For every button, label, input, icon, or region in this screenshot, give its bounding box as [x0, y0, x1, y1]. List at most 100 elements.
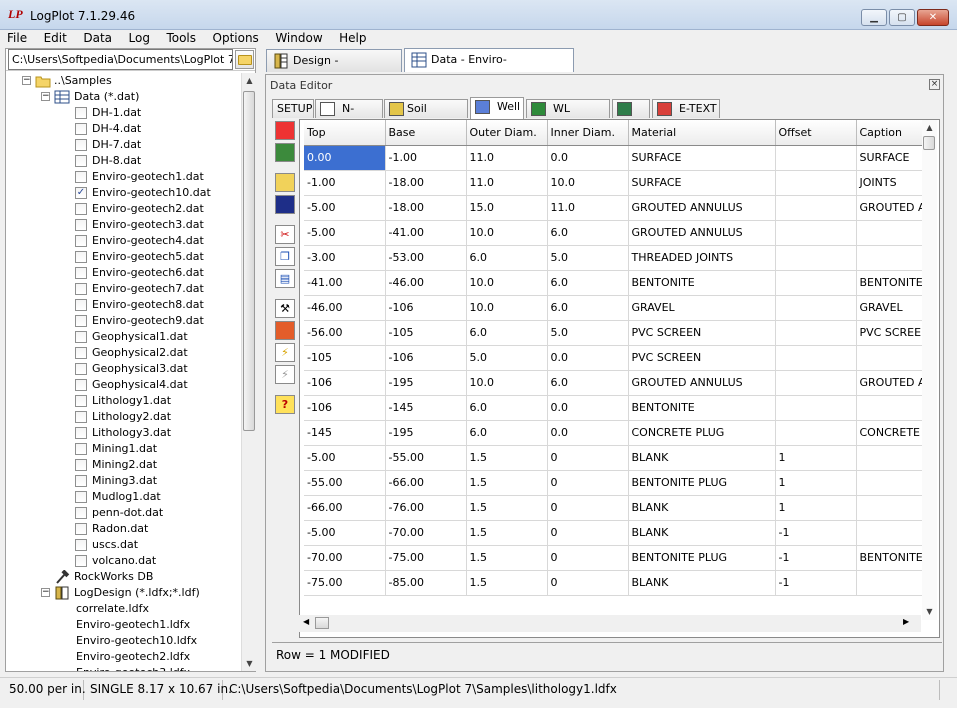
help-icon[interactable]: ?	[275, 395, 295, 414]
table-cell[interactable]: 1.5	[466, 520, 548, 546]
tree-item-data-file[interactable]: Geophysical3.dat	[6, 361, 242, 377]
file-checkbox[interactable]	[75, 283, 87, 295]
table-cell[interactable]: BLANK	[628, 520, 776, 546]
subtab-setup[interactable]: SETUP	[272, 99, 314, 118]
tree-item-data-file[interactable]: DH-1.dat	[6, 105, 242, 121]
file-checkbox[interactable]	[75, 107, 87, 119]
table-cell[interactable]: 1	[775, 495, 857, 521]
table-cell[interactable]	[775, 170, 857, 196]
table-cell[interactable]: 1.5	[466, 495, 548, 521]
file-checkbox[interactable]	[75, 123, 87, 135]
table-cell[interactable]: 5.0	[547, 320, 629, 346]
collapse-icon[interactable]: −	[22, 76, 31, 85]
table-cell[interactable]: 11.0	[547, 195, 629, 221]
table-cell[interactable]: 6.0	[466, 395, 548, 421]
subtab-ntext[interactable]: N-TEXT:	[315, 99, 383, 133]
table-cell[interactable]: BENTONITE PLUG	[628, 545, 776, 571]
tree-item-data-file[interactable]: Enviro-geotech4.dat	[6, 233, 242, 249]
table-cell[interactable]: 1	[775, 445, 857, 471]
table-cell[interactable]: SURFACE	[628, 170, 776, 196]
tree-item-design-file[interactable]: correlate.ldfx	[6, 601, 242, 617]
table-cell[interactable]: BLANK	[628, 445, 776, 471]
menu-log[interactable]: Log	[122, 30, 156, 47]
file-checkbox[interactable]	[75, 427, 87, 439]
table-cell[interactable]	[775, 145, 857, 171]
column-header[interactable]: Offset	[775, 120, 857, 146]
tab-design[interactable]: Design - lithology1.ldfx	[266, 49, 402, 88]
tree-scrollbar[interactable]: ▲ ▼	[241, 73, 256, 671]
tree-item-data-file[interactable]: Lithology1.dat	[6, 393, 242, 409]
tree-item-rockworks[interactable]: RockWorks DB	[6, 569, 242, 585]
table-cell[interactable]: 6.0	[466, 245, 548, 271]
table-cell[interactable]: 10.0	[466, 370, 548, 396]
table-cell[interactable]: 6.0	[466, 320, 548, 346]
copy-icon[interactable]: ❐	[275, 247, 295, 266]
tree-item-data-file[interactable]: Geophysical1.dat	[6, 329, 242, 345]
file-checkbox[interactable]	[75, 539, 87, 551]
table-row[interactable]: -41.00 -46.00 10.0 6.0 BENTONITE BENTONITE	[304, 270, 935, 296]
table-cell[interactable]: -41.00	[304, 270, 386, 296]
tree-item-data-file[interactable]: Enviro-geotech7.dat	[6, 281, 242, 297]
table-row[interactable]: -75.00 -85.00 1.5 0 BLANK -1	[304, 570, 935, 596]
file-checkbox[interactable]	[75, 459, 87, 471]
table-cell[interactable]: 0.0	[547, 420, 629, 446]
table-cell[interactable]: 1.5	[466, 545, 548, 571]
table-cell[interactable]: -41.00	[385, 220, 467, 246]
tree-item-data-file[interactable]: Enviro-geotech9.dat	[6, 313, 242, 329]
table-cell[interactable]: -1	[775, 570, 857, 596]
grid-hscroll-thumb[interactable]	[315, 617, 329, 629]
open-file-icon[interactable]	[275, 173, 295, 192]
table-cell[interactable]: 0	[547, 570, 629, 596]
file-checkbox[interactable]	[75, 203, 87, 215]
tree-item-data-file[interactable]: Enviro-geotech5.dat	[6, 249, 242, 265]
table-cell[interactable]: SURFACE	[628, 145, 776, 171]
table-cell[interactable]: -55.00	[385, 445, 467, 471]
file-checkbox[interactable]	[75, 171, 87, 183]
table-cell[interactable]: -76.00	[385, 495, 467, 521]
table-row[interactable]: -3.00 -53.00 6.0 5.0 THREADED JOINTS	[304, 245, 935, 271]
tree-item-data-file[interactable]: DH-8.dat	[6, 153, 242, 169]
scroll-up-icon[interactable]: ▲	[242, 73, 257, 88]
minimize-button[interactable]: ▁	[861, 9, 887, 26]
column-header[interactable]: Material	[628, 120, 776, 146]
table-row[interactable]: -70.00 -75.00 1.5 0 BENTONITE PLUG -1 BENTONIT…	[304, 545, 935, 571]
tree-item-design-file[interactable]: Enviro-geotech3.ldfx	[6, 665, 242, 671]
table-cell[interactable]: -85.00	[385, 570, 467, 596]
table-cell[interactable]: BENTONITE PLUG	[628, 470, 776, 496]
table-cell[interactable]: GROUTED ANNULUS	[628, 370, 776, 396]
table-cell[interactable]: 1.5	[466, 470, 548, 496]
subtab-wl-symbol[interactable]: WL Symbol	[526, 99, 610, 133]
file-checkbox[interactable]	[75, 411, 87, 423]
tree-item-data-file[interactable]: Lithology2.dat	[6, 409, 242, 425]
table-cell[interactable]: BENTONITE	[628, 270, 776, 296]
tree-item-samples[interactable]: − ..\Samples	[6, 73, 242, 89]
scroll-right-icon[interactable]: ▶	[903, 617, 909, 626]
table-cell[interactable]: -145	[385, 395, 467, 421]
file-checkbox[interactable]	[75, 219, 87, 231]
cut-icon[interactable]: ✂	[275, 225, 295, 244]
table-cell[interactable]	[775, 195, 857, 221]
menu-tools[interactable]: Tools	[159, 30, 202, 47]
column-header[interactable]: Top	[304, 120, 386, 146]
save-icon[interactable]	[275, 195, 295, 214]
table-cell[interactable]: 1.5	[466, 570, 548, 596]
table-row[interactable]: -1.00 -18.00 11.0 10.0 SURFACE JOINTS	[304, 170, 935, 196]
table-cell[interactable]: 0.0	[547, 145, 629, 171]
table-cell[interactable]: BLANK	[628, 570, 776, 596]
table-cell[interactable]: 0	[547, 520, 629, 546]
file-checkbox[interactable]	[75, 523, 87, 535]
table-cell[interactable]: PVC SCREEN	[628, 320, 776, 346]
table-cell[interactable]: 6.0	[466, 420, 548, 446]
table-cell[interactable]: -106	[304, 395, 386, 421]
tree-item-data-file[interactable]: DH-7.dat	[6, 137, 242, 153]
table-cell[interactable]: 0	[547, 495, 629, 521]
table-cell[interactable]: -5.00	[304, 220, 386, 246]
table-cell[interactable]: 0.00	[304, 145, 386, 171]
grid-scroll-down-icon[interactable]: ▼	[922, 604, 937, 619]
column-header[interactable]: Outer Diam.	[466, 120, 548, 146]
table-cell[interactable]: -75.00	[385, 545, 467, 571]
collapse-icon[interactable]: −	[41, 588, 50, 597]
collapse-icon[interactable]: −	[41, 92, 50, 101]
scroll-down-icon[interactable]: ▼	[242, 656, 257, 671]
table-cell[interactable]: -66.00	[304, 495, 386, 521]
